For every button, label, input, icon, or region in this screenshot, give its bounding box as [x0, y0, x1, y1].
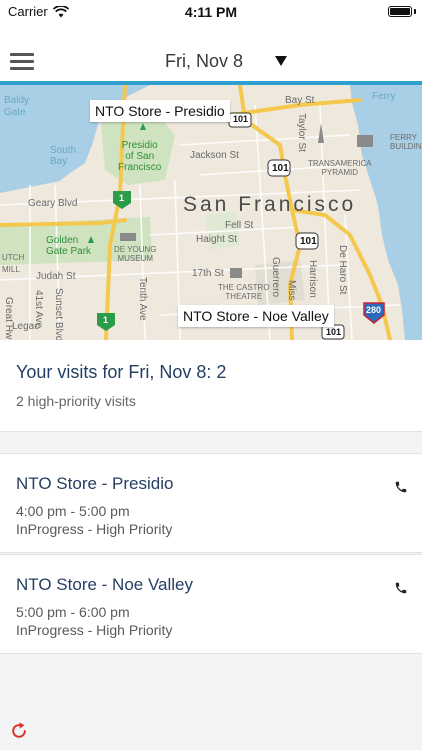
visit-time: 5:00 pm - 6:00 pm	[16, 604, 130, 620]
map-label-jackson-st: Jackson St	[190, 150, 239, 161]
battery-icon	[388, 6, 412, 17]
visit-name: NTO Store - Presidio	[16, 474, 174, 493]
map-callout-presidio[interactable]: NTO Store - Presidio	[90, 100, 230, 122]
map-label-mill: MILL	[2, 265, 20, 274]
status-bar: Carrier 4:11 PM	[0, 0, 422, 24]
map-view[interactable]: Baldy Gate South Bay Presidio of San Fra…	[0, 85, 422, 340]
visit-card[interactable]: NTO Store - Presidio 4:00 pm - 5:00 pm I…	[0, 453, 422, 553]
map-label-ferry: Ferry	[372, 91, 396, 102]
map-label-transamerica: TRANSAMERICA PYRAMID	[308, 159, 372, 177]
map-label-taylor-st: Taylor St	[296, 113, 307, 152]
battery-cap	[414, 9, 416, 14]
map-label-bay-st: Bay St	[285, 95, 315, 106]
map-label-south-bay: South Bay	[50, 145, 77, 167]
summary-subtitle: 2 high-priority visits	[16, 393, 136, 409]
map-label-de-haro: De Haro St	[337, 245, 348, 295]
refresh-icon[interactable]	[9, 721, 29, 741]
date-picker-label[interactable]: Fri, Nov 8	[165, 51, 243, 72]
map-label-golden-gate-park: Golden Gate Park	[46, 235, 92, 257]
map-label-baldy: Baldy	[4, 95, 30, 106]
shield-280: 280	[366, 305, 382, 315]
shield-101-b: 101	[272, 163, 289, 174]
map-label-legac: Legac	[12, 321, 40, 332]
map-label-guerrero: Guerrero	[270, 257, 281, 298]
map-label-17th-st: 17th St	[192, 268, 224, 279]
map-label-ferry-building: FERRY BUILDIN	[390, 133, 422, 151]
status-time: 4:11 PM	[184, 4, 238, 20]
map-label-gate: Gate	[4, 107, 26, 118]
date-dropdown-icon[interactable]	[275, 56, 287, 66]
map-label-castro-theatre: THE CASTRO THEATRE	[218, 283, 270, 301]
map-callout-noe-valley[interactable]: NTO Store - Noe Valley	[178, 305, 334, 327]
map-label-geary-blvd: Geary Blvd	[28, 198, 78, 209]
shield-1-b: 1	[103, 315, 109, 325]
map-label-great-hw: Great Hw	[3, 297, 14, 340]
menu-icon[interactable]	[10, 53, 34, 71]
map-label-de-young: DE YOUNG MUSEUM	[114, 245, 157, 263]
visit-time: 4:00 pm - 5:00 pm	[16, 503, 130, 519]
nav-bar: Fri, Nov 8	[0, 24, 422, 81]
visit-status: InProgress - High Priority	[16, 521, 173, 537]
map-label-presidio: Presidio of San Francisco	[118, 140, 162, 173]
map-label-tenth-ave: Tenth Ave	[137, 277, 148, 321]
map-label-city: San Francisco	[183, 193, 357, 216]
map-label-utch: UTCH	[2, 253, 25, 262]
map-label-harrison: Harrison	[307, 260, 318, 298]
shield-101-a: 101	[233, 114, 249, 124]
shield-101-d: 101	[326, 327, 342, 337]
map-label-haight-st: Haight St	[196, 234, 238, 245]
visits-summary: Your visits for Fri, Nov 8: 2 2 high-pri…	[0, 340, 422, 432]
visit-status: InProgress - High Priority	[16, 622, 173, 638]
summary-title: Your visits for Fri, Nov 8: 2	[16, 362, 227, 382]
map-label-sunset-blvd: Sunset Blvd	[53, 288, 64, 340]
map-label-judah-st: Judah St	[36, 271, 76, 282]
shield-101-c: 101	[300, 236, 317, 247]
map-label-fell-st: Fell St	[225, 220, 254, 231]
phone-icon[interactable]	[394, 480, 408, 494]
map-label-mission: Miss	[286, 280, 297, 301]
phone-icon[interactable]	[394, 581, 408, 595]
visit-name: NTO Store - Noe Valley	[16, 575, 193, 594]
shield-1-a: 1	[119, 193, 125, 203]
visit-card[interactable]: NTO Store - Noe Valley 5:00 pm - 6:00 pm…	[0, 554, 422, 654]
